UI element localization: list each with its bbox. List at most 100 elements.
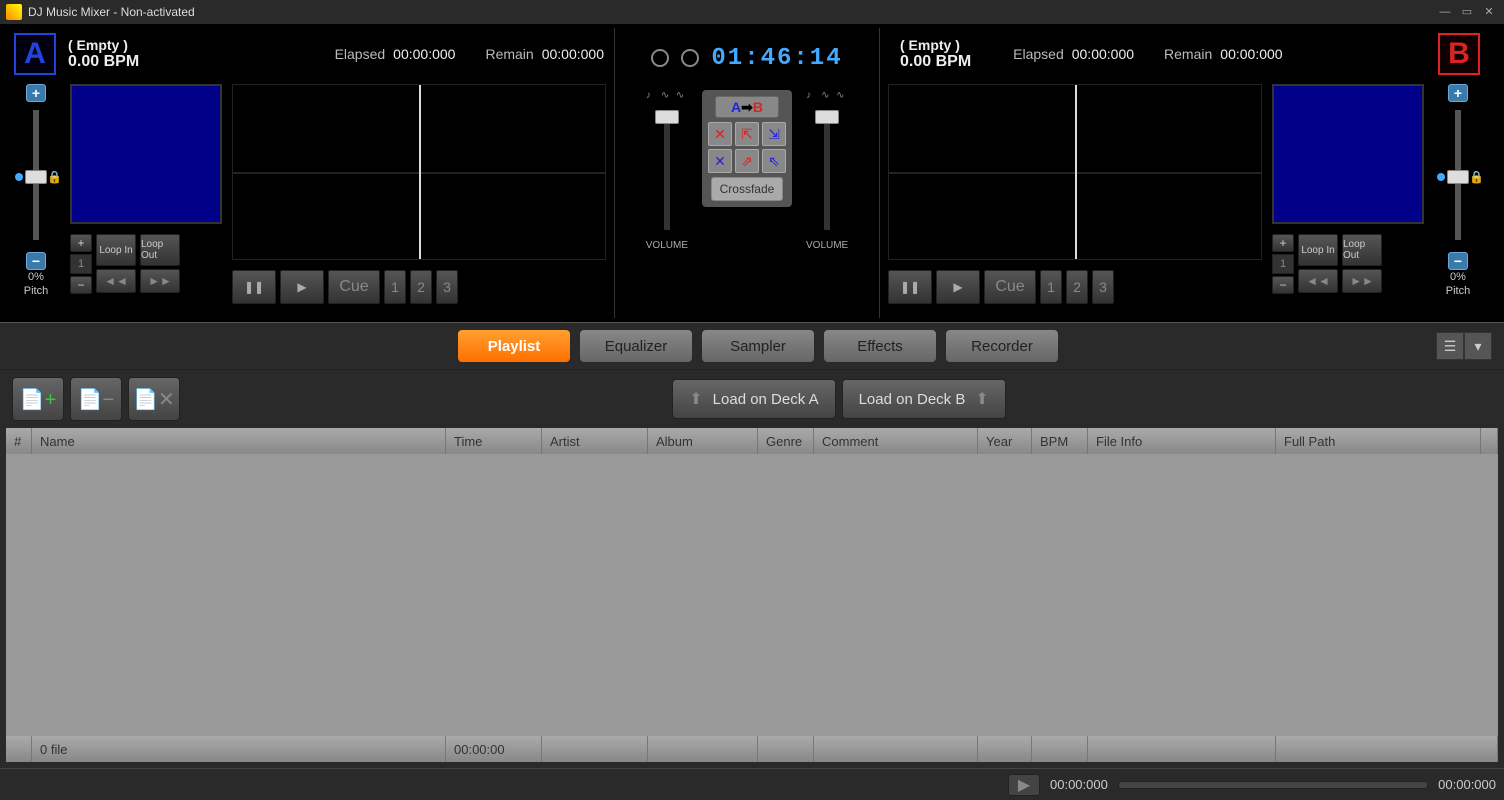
tab-sampler[interactable]: Sampler — [702, 330, 814, 362]
clear-files-button[interactable]: 📄✕ — [128, 377, 180, 421]
th-artist[interactable]: Artist — [542, 428, 648, 454]
deck-a-pitch-plus[interactable]: + — [26, 84, 46, 102]
deck-a-pitch-slider[interactable]: 🔒 — [33, 110, 39, 240]
eq-icon-b[interactable]: ♪ — [806, 90, 818, 102]
lock-icon[interactable]: 🔒 — [47, 170, 57, 182]
deck-b-loop-in[interactable]: Loop In — [1298, 234, 1338, 266]
main-play-button[interactable]: ▶ — [1008, 774, 1040, 796]
deck-b-step-plus[interactable]: + — [1272, 234, 1294, 252]
deck-a-pause-button[interactable]: ❚❚ — [232, 270, 276, 304]
app-icon — [6, 4, 22, 20]
th-name[interactable]: Name — [32, 428, 446, 454]
th-fullpath[interactable]: Full Path — [1276, 428, 1481, 454]
deck-a-waveform[interactable] — [232, 84, 606, 260]
deck-a-bpm: 0.00 BPM — [68, 53, 139, 71]
wave-icon-b[interactable]: ∿ — [821, 90, 833, 102]
deck-b-pitch-plus[interactable]: + — [1448, 84, 1468, 102]
table-body[interactable] — [6, 454, 1498, 736]
deck-a-loop-next[interactable]: ►► — [140, 269, 180, 293]
deck-b-hotcue-1[interactable]: 1 — [1040, 270, 1062, 304]
view-dropdown-button[interactable]: ▾ — [1464, 332, 1492, 360]
view-list-button[interactable]: ☰ — [1436, 332, 1464, 360]
crossfade-button[interactable]: Crossfade — [711, 177, 783, 201]
deck-b-loop-prev[interactable]: ◄◄ — [1298, 269, 1338, 293]
xf-curve-6[interactable]: ⇖ — [762, 149, 786, 173]
th-genre[interactable]: Genre — [758, 428, 814, 454]
deck-a-pitch-column: + 🔒 − 0% Pitch — [12, 84, 60, 304]
wave-icon[interactable]: ∿ — [661, 90, 673, 102]
xf-curve-1[interactable]: ✕ — [708, 122, 732, 146]
tab-recorder[interactable]: Recorder — [946, 330, 1058, 362]
maximize-button[interactable]: ▭ — [1458, 5, 1476, 19]
deck-b-pitch-pct: 0% — [1450, 270, 1466, 284]
deck-a-cue-button[interactable]: Cue — [328, 270, 380, 304]
deck-a-remain: 00:00:000 — [542, 46, 604, 62]
sine-icon[interactable]: ∿ — [676, 90, 688, 102]
deck-a-pitch-minus[interactable]: − — [26, 252, 46, 270]
xf-curve-3[interactable]: ⇲ — [762, 122, 786, 146]
deck-a-loop-out[interactable]: Loop Out — [140, 234, 180, 266]
upload-icon: ⬆ — [975, 389, 988, 409]
volume-a-slider[interactable] — [664, 110, 670, 230]
center-mixer: 01:46:14 ♪ ∿ ∿ VOLUME A➡B ✕ ⇱ ⇲ — [614, 28, 880, 318]
xf-curve-2[interactable]: ⇱ — [735, 122, 759, 146]
pitch-indicator-icon — [15, 173, 23, 181]
table-header: # Name Time Artist Album Genre Comment Y… — [6, 428, 1498, 454]
xf-curve-5[interactable]: ⇗ — [735, 149, 759, 173]
volume-b-slider[interactable] — [824, 110, 830, 230]
sine-icon-b[interactable]: ∿ — [836, 90, 848, 102]
th-time[interactable]: Time — [446, 428, 542, 454]
deck-a-hotcue-1[interactable]: 1 — [384, 270, 406, 304]
time-end: 00:00:000 — [1438, 777, 1496, 792]
clock-icon[interactable] — [651, 49, 669, 67]
deck-b-display — [1272, 84, 1424, 224]
xf-curve-4[interactable]: ✕ — [708, 149, 732, 173]
tab-effects[interactable]: Effects — [824, 330, 936, 362]
deck-a-play-button[interactable]: ▶ — [280, 270, 324, 304]
th-fileinfo[interactable]: File Info — [1088, 428, 1276, 454]
deck-b-cue-button[interactable]: Cue — [984, 270, 1036, 304]
th-comment[interactable]: Comment — [814, 428, 978, 454]
add-file-button[interactable]: 📄+ — [12, 377, 64, 421]
volume-b-label: VOLUME — [806, 240, 848, 251]
lock-icon[interactable]: 🔒 — [1469, 170, 1479, 182]
th-bpm[interactable]: BPM — [1032, 428, 1088, 454]
deck-b-pitch-column: + 🔒 − 0% Pitch — [1434, 84, 1482, 304]
ab-direction-button[interactable]: A➡B — [715, 96, 779, 118]
th-num[interactable]: # — [6, 428, 32, 454]
tab-playlist[interactable]: Playlist — [458, 330, 570, 362]
deck-a-step-plus[interactable]: + — [70, 234, 92, 252]
load-deck-b-button[interactable]: Load on Deck B ⬆ — [842, 379, 1006, 419]
stopwatch-icon[interactable] — [681, 49, 699, 67]
deck-a-hotcue-2[interactable]: 2 — [410, 270, 432, 304]
eq-icon[interactable]: ♪ — [646, 90, 658, 102]
deck-b-pause-button[interactable]: ❚❚ — [888, 270, 932, 304]
deck-b-play-button[interactable]: ▶ — [936, 270, 980, 304]
deck-b-loop-next[interactable]: ►► — [1342, 269, 1382, 293]
deck-b-step-minus[interactable]: − — [1272, 276, 1294, 294]
deck-b-loop-out[interactable]: Loop Out — [1342, 234, 1382, 266]
progress-slider[interactable] — [1118, 781, 1428, 789]
deck-b-remain-label: Remain — [1164, 46, 1212, 62]
tabs-row: Playlist Equalizer Sampler Effects Recor… — [0, 322, 1504, 370]
deck-b-waveform[interactable] — [888, 84, 1262, 260]
deck-b-hotcue-3[interactable]: 3 — [1092, 270, 1114, 304]
deck-b-remain: 00:00:000 — [1220, 46, 1282, 62]
load-deck-a-button[interactable]: ⬆ Load on Deck A — [672, 379, 835, 419]
tab-equalizer[interactable]: Equalizer — [580, 330, 692, 362]
pitch-indicator-icon — [1437, 173, 1445, 181]
close-button[interactable]: ✕ — [1480, 5, 1498, 19]
deck-b-pitch-slider[interactable]: 🔒 — [1455, 110, 1461, 240]
minimize-button[interactable]: — — [1436, 5, 1454, 19]
remove-file-button[interactable]: 📄− — [70, 377, 122, 421]
th-scroll — [1481, 428, 1498, 454]
deck-a-hotcue-3[interactable]: 3 — [436, 270, 458, 304]
deck-b-pitch-minus[interactable]: − — [1448, 252, 1468, 270]
th-album[interactable]: Album — [648, 428, 758, 454]
th-year[interactable]: Year — [978, 428, 1032, 454]
deck-a-step-minus[interactable]: − — [70, 276, 92, 294]
deck-b-hotcue-2[interactable]: 2 — [1066, 270, 1088, 304]
deck-a-loop-prev[interactable]: ◄◄ — [96, 269, 136, 293]
deck-a-elapsed: 00:00:000 — [393, 46, 455, 62]
deck-a-loop-in[interactable]: Loop In — [96, 234, 136, 266]
